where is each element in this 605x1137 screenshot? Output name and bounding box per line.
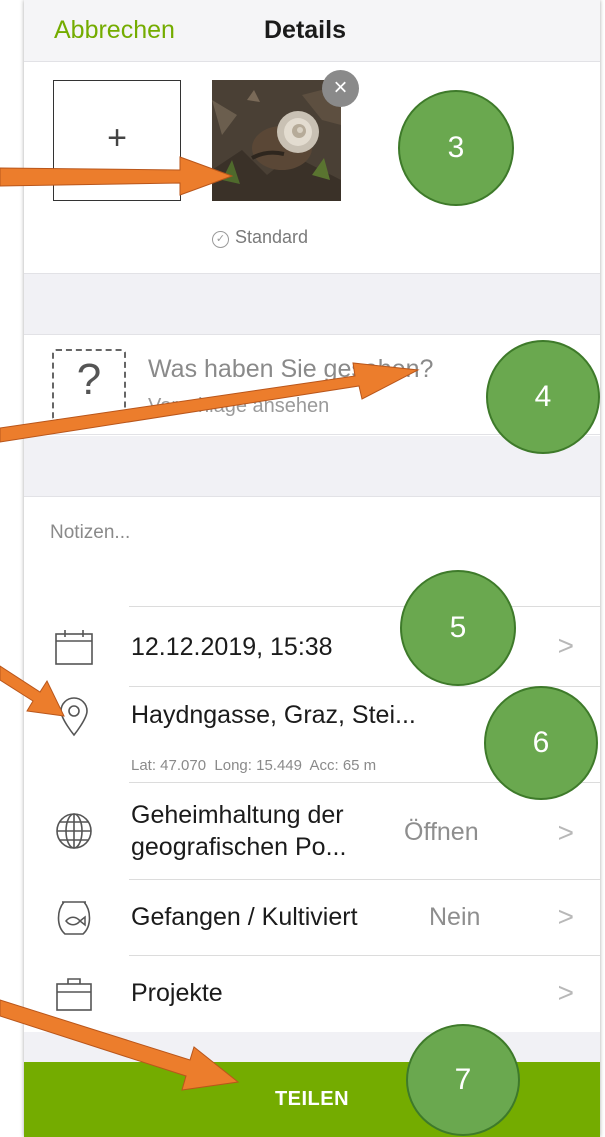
projects-label: Projekte: [131, 979, 223, 1007]
question-icon: ?: [52, 349, 126, 421]
notes-placeholder: Notizen...: [50, 522, 131, 543]
calendar-icon: [55, 630, 93, 665]
photo-section: + × ✓ Standard: [24, 62, 600, 274]
captive-row[interactable]: Gefangen / Kultiviert Nein >: [24, 880, 600, 956]
map-pin-icon: [60, 697, 88, 737]
annotation-badge-7: 7: [406, 1024, 520, 1136]
briefcase-icon: [56, 978, 92, 1011]
fishbowl-icon: [57, 901, 91, 935]
chevron-right-icon: >: [557, 630, 574, 661]
captive-label: Gefangen / Kultiviert: [131, 903, 358, 931]
annotation-badge-4: 4: [486, 340, 600, 454]
chevron-right-icon: >: [557, 901, 574, 932]
default-photo-indicator[interactable]: ✓ Standard: [212, 227, 308, 248]
date-value: 12.12.2019, 15:38: [131, 633, 333, 661]
photo-thumbnail[interactable]: [212, 80, 341, 201]
chevron-right-icon: >: [557, 817, 574, 848]
annotation-badge-6: 6: [484, 686, 598, 800]
location-value: Haydngasse, Graz, Stei...: [131, 701, 416, 729]
close-icon: ×: [333, 74, 348, 101]
geoprivacy-row[interactable]: Geheimhaltung der geografischen Po... Öf…: [24, 783, 600, 880]
geoprivacy-label-line2: geografischen Po...: [131, 833, 347, 861]
default-photo-label: Standard: [235, 227, 309, 247]
species-prompt: Was haben Sie gesehen?: [148, 355, 434, 383]
divider: [129, 606, 600, 607]
snail-photo: [212, 80, 341, 201]
page-title: Details: [264, 16, 346, 44]
chevron-right-icon: >: [557, 977, 574, 1008]
captive-value: Nein: [429, 903, 481, 931]
projects-row[interactable]: Projekte >: [24, 956, 600, 1032]
remove-photo-button[interactable]: ×: [322, 70, 359, 107]
check-icon: ✓: [212, 231, 229, 248]
view-suggestions-link[interactable]: Vorschläge ansehen: [148, 395, 329, 418]
globe-icon: [56, 813, 92, 849]
plus-icon: +: [107, 119, 127, 157]
nav-header: Abbrechen Details: [24, 0, 600, 62]
add-photo-button[interactable]: +: [53, 80, 181, 201]
annotation-badge-3: 3: [398, 90, 514, 206]
section-spacer: [24, 274, 600, 334]
notes-field[interactable]: Notizen...: [24, 496, 600, 606]
phone-screen: Abbrechen Details + × ✓ Standard ? Was h…: [24, 0, 600, 1137]
location-coordinates: Lat: 47.070 Long: 15.449 Acc: 65 m: [131, 757, 377, 774]
annotation-badge-5: 5: [400, 570, 516, 686]
cancel-button[interactable]: Abbrechen: [54, 16, 175, 45]
geoprivacy-label-line1: Geheimhaltung der: [131, 801, 344, 829]
geoprivacy-value: Öffnen: [404, 818, 479, 846]
